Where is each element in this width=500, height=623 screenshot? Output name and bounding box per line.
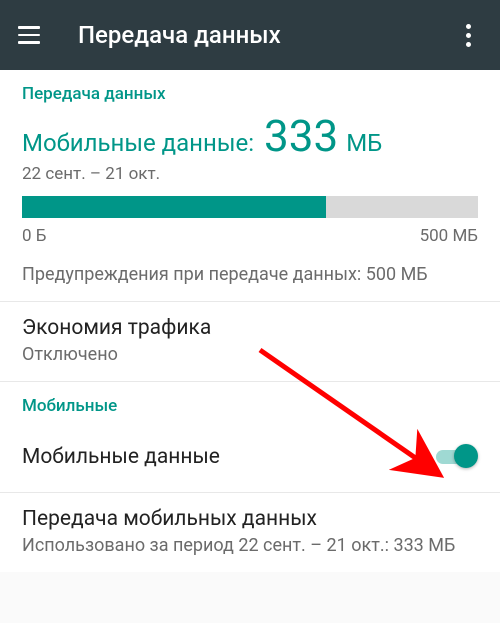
content: Передача данных Мобильные данные: 333 МБ… — [0, 70, 500, 572]
usage-total-line: Мобильные данные: 333 МБ — [22, 114, 478, 158]
usage-date-range: 22 сент. – 21 окт. — [22, 164, 478, 184]
usage-bar-max: 500 МБ — [420, 226, 478, 246]
section-title-mobile: Мобильные — [22, 396, 478, 416]
appbar: Передача данных — [0, 0, 500, 70]
usage-label: Мобильные данные: — [22, 129, 254, 157]
usage-bar-min: 0 Б — [22, 226, 47, 246]
mobile-data-switch[interactable] — [436, 444, 478, 470]
usage-warning-text: Предупреждения при передаче данных: 500 … — [22, 264, 478, 285]
mobile-data-usage-subtitle: Использовано за период 22 сент. – 21 окт… — [22, 535, 478, 556]
usage-bar-fill — [22, 196, 326, 218]
mobile-data-title: Мобильные данные — [22, 445, 220, 469]
mobile-data-usage-title: Передача мобильных данных — [22, 507, 478, 531]
data-saver-status: Отключено — [22, 344, 478, 365]
page-title: Передача данных — [78, 21, 281, 49]
menu-icon[interactable] — [18, 21, 46, 49]
mobile-data-usage-item[interactable]: Передача мобильных данных Использовано з… — [0, 493, 500, 572]
usage-unit: МБ — [346, 129, 382, 157]
data-saver-title: Экономия трафика — [22, 316, 478, 340]
usage-bar-labels: 0 Б 500 МБ — [22, 226, 478, 246]
section-title-data-usage: Передача данных — [22, 84, 478, 104]
usage-bar — [22, 196, 478, 218]
data-saver-item[interactable]: Экономия трафика Отключено — [0, 302, 500, 382]
mobile-data-toggle-item[interactable]: Мобильные данные — [0, 422, 500, 493]
usage-bar-remaining — [326, 196, 478, 218]
mobile-section-header: Мобильные — [0, 382, 500, 422]
overflow-menu-icon[interactable] — [454, 24, 482, 47]
data-usage-section[interactable]: Передача данных Мобильные данные: 333 МБ… — [0, 70, 500, 302]
usage-value: 333 — [264, 110, 338, 162]
